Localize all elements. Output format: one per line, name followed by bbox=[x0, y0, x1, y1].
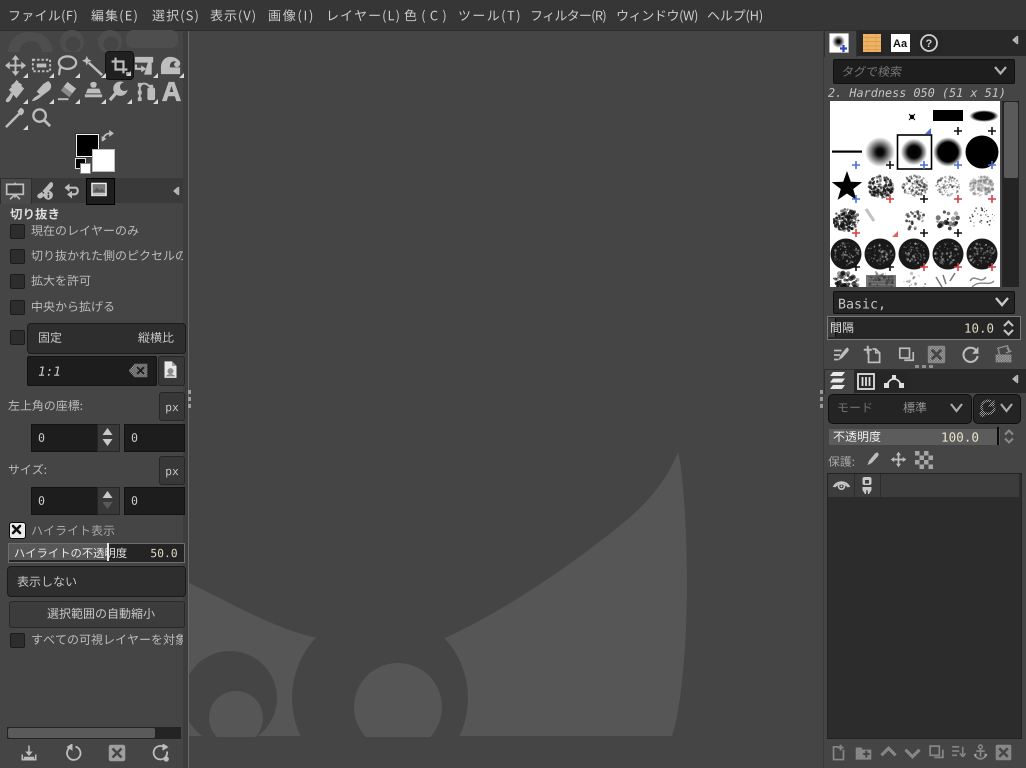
svg-text:Aa: Aa bbox=[893, 38, 908, 50]
svg-text:?: ? bbox=[926, 38, 933, 50]
